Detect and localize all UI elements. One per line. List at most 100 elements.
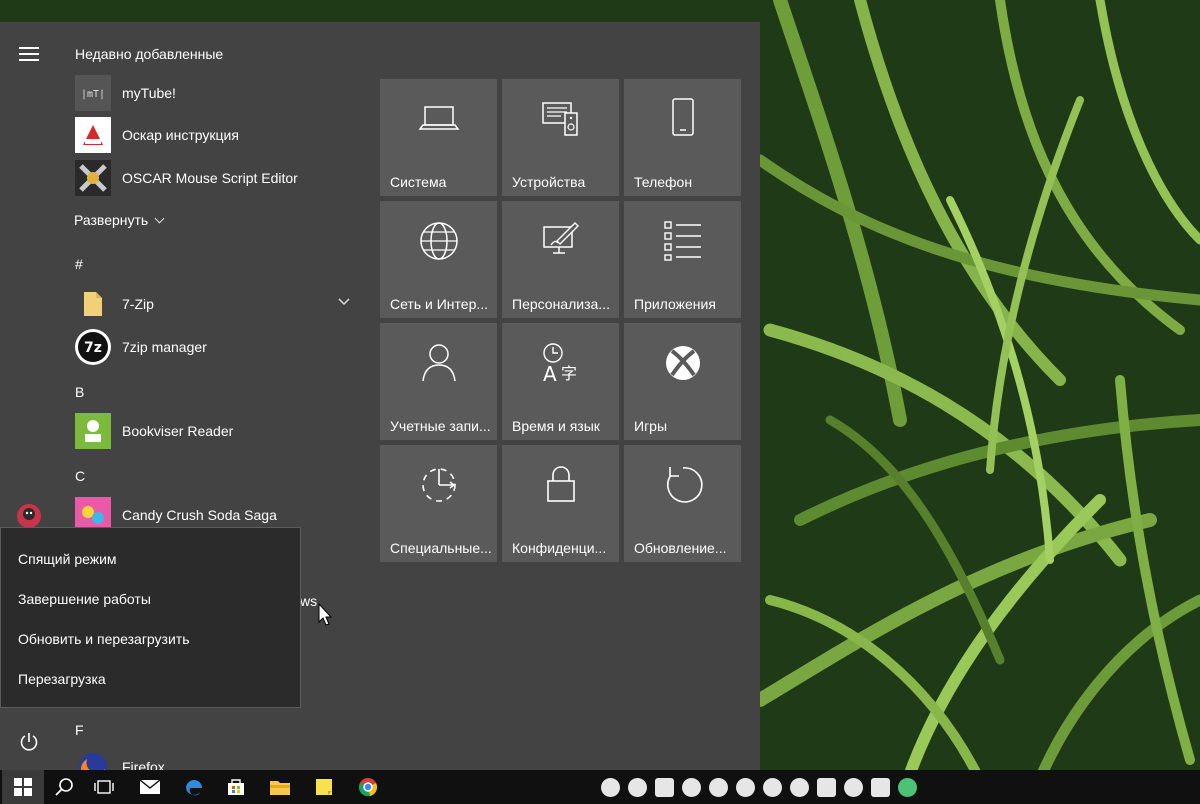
- app-item-firefox[interactable]: Firefox: [75, 748, 360, 770]
- obscured-app-label-fragment: ws: [300, 593, 318, 609]
- tile-network[interactable]: Сеть и Интер...: [380, 201, 497, 318]
- oscar-editor-icon: [75, 160, 111, 196]
- app-label: Firefox: [122, 759, 165, 770]
- mouse-cursor: [318, 603, 333, 626]
- chrome-button[interactable]: [348, 770, 388, 804]
- power-options-menu: Спящий режим Завершение работы Обновить …: [0, 527, 301, 708]
- search-icon: [55, 778, 73, 796]
- store-button[interactable]: [216, 770, 256, 804]
- edge-button[interactable]: [174, 770, 214, 804]
- svg-text:|mT|: |mT|: [81, 89, 105, 100]
- photos-tray-icon[interactable]: [655, 778, 674, 797]
- app-item-oscar-mouse-script-editor[interactable]: OSCAR Mouse Script Editor: [75, 159, 360, 197]
- group-header-b[interactable]: B: [75, 384, 84, 400]
- app-item-mytube[interactable]: |mT| myTube!: [75, 74, 360, 112]
- group-header-c[interactable]: C: [75, 468, 85, 484]
- app-label: Candy Crush Soda Saga: [122, 507, 277, 523]
- app-label: 7zip manager: [122, 339, 207, 355]
- accessibility-icon: [421, 468, 456, 502]
- person-icon: [421, 344, 456, 382]
- app-label: Оскар инструкция: [122, 127, 239, 143]
- tile-label: Специальные...: [390, 540, 491, 556]
- group-header-f[interactable]: F: [75, 722, 84, 738]
- 7zip-manager-icon: 7z: [75, 329, 111, 365]
- power-button[interactable]: [8, 722, 50, 762]
- tile-time-language[interactable]: A 字 Время и язык: [502, 323, 619, 440]
- tile-update[interactable]: Обновление...: [624, 445, 741, 562]
- file-explorer-button[interactable]: [260, 770, 300, 804]
- search-button[interactable]: [44, 770, 84, 804]
- globe-icon: [419, 222, 458, 260]
- sticky-notes-button[interactable]: [304, 770, 344, 804]
- tray-app-icon[interactable]: [709, 778, 728, 797]
- tile-label: Телефон: [634, 174, 693, 190]
- chrome-tray-icon[interactable]: [682, 778, 701, 797]
- avatar-icon: [17, 504, 41, 528]
- hamburger-menu-button[interactable]: [8, 34, 50, 74]
- app-item-oscar-manual[interactable]: Оскар инструкция: [75, 116, 360, 154]
- power-update-restart-option[interactable]: Обновить и перезагрузить: [18, 631, 190, 647]
- tile-label: Конфиденци...: [512, 540, 607, 556]
- tray-eye-icon[interactable]: [736, 778, 755, 797]
- app-item-bookviser-reader[interactable]: Bookviser Reader: [75, 412, 360, 450]
- app-label: myTube!: [122, 85, 176, 101]
- power-shutdown-option[interactable]: Завершение работы: [18, 591, 151, 607]
- tile-label: Сеть и Интер...: [390, 296, 489, 312]
- tile-personalization[interactable]: Персонализа...: [502, 201, 619, 318]
- tray-p-icon[interactable]: [790, 778, 809, 797]
- svg-text:A: A: [543, 362, 557, 385]
- tile-label: Приложения: [634, 296, 716, 312]
- chevron-down-icon[interactable]: [338, 298, 350, 306]
- tile-apps[interactable]: Приложения: [624, 201, 741, 318]
- app-item-7zip-manager[interactable]: 7z 7zip manager: [75, 328, 360, 366]
- hamburger-icon: [19, 47, 39, 61]
- folder-icon: [270, 781, 290, 795]
- sticky-notes-icon: [316, 779, 332, 795]
- mail-icon: [140, 780, 160, 794]
- task-view-button[interactable]: [84, 770, 124, 804]
- power-sleep-option[interactable]: Спящий режим: [18, 551, 117, 567]
- tile-label: Персонализа...: [512, 296, 610, 312]
- tile-devices[interactable]: Устройства: [502, 79, 619, 196]
- tray-square-icon[interactable]: [817, 778, 836, 797]
- update-icon: [666, 467, 703, 503]
- mytube-icon: |mT|: [75, 75, 111, 111]
- tray-media-icon[interactable]: [844, 778, 863, 797]
- lock-icon: [546, 466, 575, 502]
- tile-label: Учетные запи...: [390, 418, 491, 434]
- tile-privacy[interactable]: Конфиденци...: [502, 445, 619, 562]
- group-header-hash[interactable]: #: [75, 256, 83, 272]
- app-item-7zip[interactable]: 7-Zip: [75, 285, 360, 323]
- app-label: 7-Zip: [122, 296, 154, 312]
- tile-phone[interactable]: Телефон: [624, 79, 741, 196]
- tray-c-icon[interactable]: [871, 778, 890, 797]
- tile-label: Система: [390, 174, 447, 190]
- firefox-icon: [75, 749, 111, 770]
- expand-recent-link[interactable]: Развернуть: [74, 212, 165, 228]
- tray-send-icon[interactable]: [898, 778, 917, 797]
- edge-icon: [186, 780, 202, 796]
- tile-gaming[interactable]: Игры: [624, 323, 741, 440]
- mail-button[interactable]: [130, 770, 170, 804]
- tray-arrow-icon[interactable]: [628, 778, 647, 797]
- power-icon: [20, 733, 38, 751]
- tile-accessibility[interactable]: Специальные...: [380, 445, 497, 562]
- power-restart-option[interactable]: Перезагрузка: [18, 671, 106, 687]
- chevron-down-icon: [154, 213, 165, 223]
- devices-icon: [541, 102, 578, 136]
- xbox-icon: [665, 346, 700, 380]
- folder-icon: [75, 286, 111, 322]
- pdf-document-icon: [75, 117, 111, 153]
- photoshop-tray-icon[interactable]: [601, 778, 620, 797]
- time-language-icon: A 字: [543, 343, 577, 385]
- expand-label: Развернуть: [74, 212, 149, 228]
- store-icon: [228, 779, 244, 795]
- bookviser-icon: [75, 413, 111, 449]
- tile-system[interactable]: Система: [380, 79, 497, 196]
- tile-accounts[interactable]: Учетные запи...: [380, 323, 497, 440]
- svg-text:字: 字: [561, 364, 577, 383]
- personalization-icon: [542, 222, 579, 254]
- start-button[interactable]: [2, 770, 44, 804]
- tray-layers-icon[interactable]: [763, 778, 782, 797]
- apps-list-icon: [663, 221, 701, 261]
